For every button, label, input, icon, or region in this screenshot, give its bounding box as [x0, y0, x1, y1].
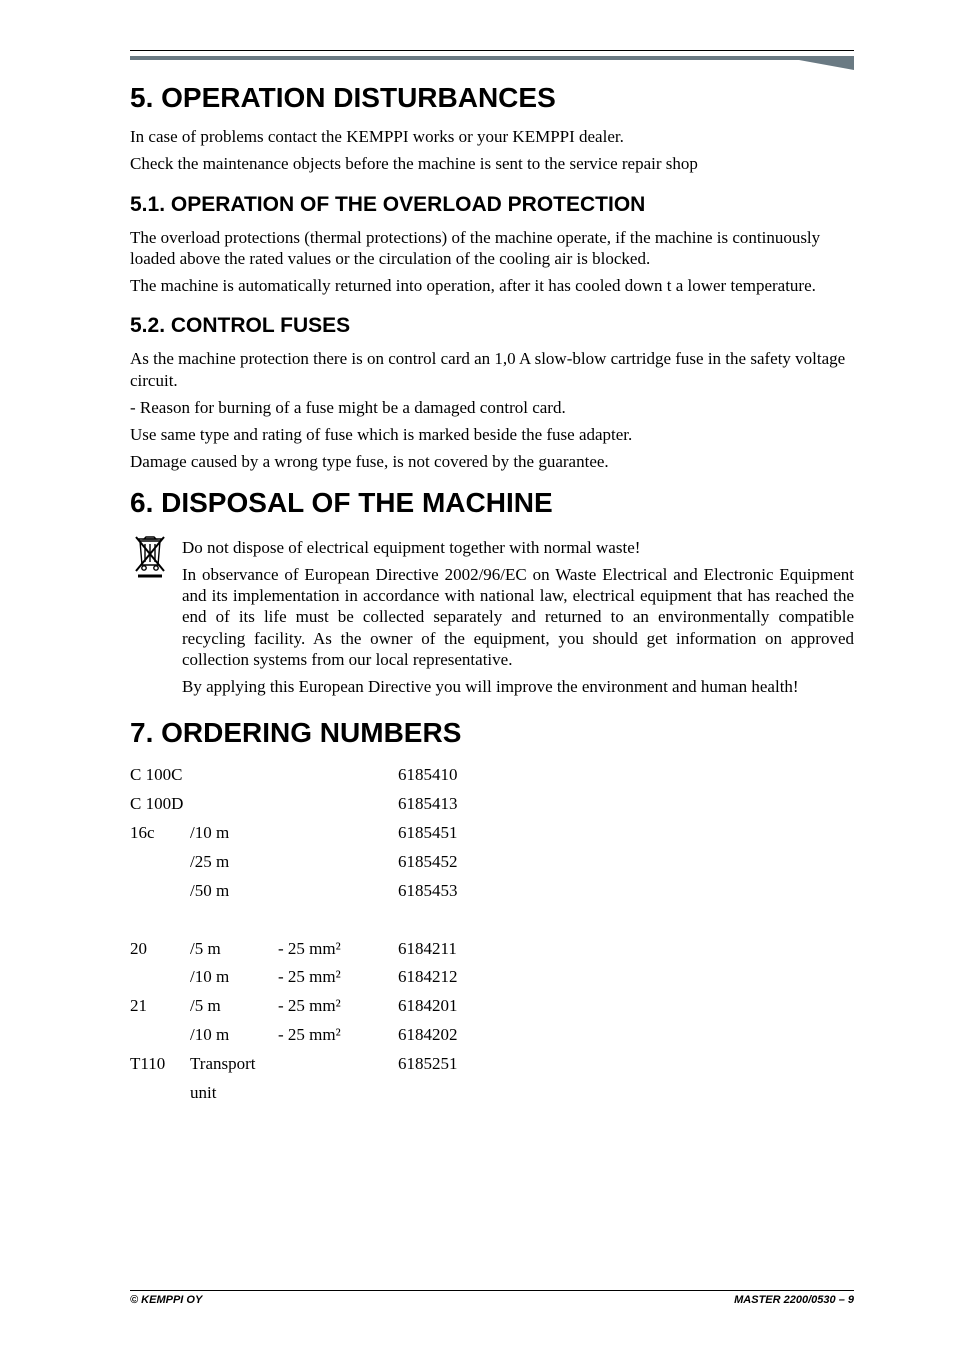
heading-7: 7. ORDERING NUMBERS — [130, 717, 854, 749]
para-5-2-3: Use same type and rating of fuse which i… — [130, 424, 854, 445]
footer-left: © KEMPPI OY — [130, 1294, 202, 1306]
heading-5-1: 5.1. OPERATION OF THE OVERLOAD PROTECTIO… — [130, 193, 854, 217]
cell-c1 — [130, 877, 190, 906]
cell-c4: 6184201 — [398, 992, 488, 1021]
cell-c2: Transport unit — [190, 1050, 278, 1108]
cell-c3 — [278, 1050, 398, 1108]
cell-c2: /25 m — [190, 848, 278, 877]
cell-c3: - 25 mm² — [278, 1021, 398, 1050]
cell-c3: - 25 mm² — [278, 963, 398, 992]
para-5-2-1: As the machine protection there is on co… — [130, 348, 854, 391]
table-row — [130, 906, 488, 935]
cell-c4: 6185452 — [398, 848, 488, 877]
cell-c4: 6185251 — [398, 1050, 488, 1108]
para-6-2: In observance of European Directive 2002… — [182, 564, 854, 670]
para-5-2-4: Damage caused by a wrong type fuse, is n… — [130, 451, 854, 472]
cell-c2: /10 m — [190, 963, 278, 992]
cell-c3 — [278, 906, 398, 935]
table-row: 16c/10 m 6185451 — [130, 819, 488, 848]
heading-5-2: 5.2. CONTROL FUSES — [130, 314, 854, 338]
cell-c1 — [130, 963, 190, 992]
table-row: /10 m- 25 mm²6184212 — [130, 963, 488, 992]
cell-c3 — [278, 819, 398, 848]
cell-c1: T110 — [130, 1050, 190, 1108]
cell-c4: 6185451 — [398, 819, 488, 848]
table-row: C 100C 6185410 — [130, 761, 488, 790]
cell-c1: C 100D — [130, 790, 190, 819]
page-top-rule — [130, 50, 854, 62]
heading-5: 5. OPERATION DISTURBANCES — [130, 82, 854, 114]
ordering-numbers-table: C 100C 6185410 C 100D 6185413 16c/10 m 618545… — [130, 761, 488, 1108]
cell-c2 — [190, 790, 278, 819]
cell-c2: /10 m — [190, 1021, 278, 1050]
para-6-3: By applying this European Directive you … — [182, 676, 854, 697]
cell-c4 — [398, 906, 488, 935]
cell-c2: /5 m — [190, 935, 278, 964]
para-5-1-1: The overload protections (thermal protec… — [130, 227, 854, 270]
cell-c3 — [278, 761, 398, 790]
para-6-1: Do not dispose of electrical equipment t… — [182, 537, 854, 558]
cell-c2: /5 m — [190, 992, 278, 1021]
para-5-1: In case of problems contact the KEMPPI w… — [130, 126, 854, 147]
cell-c2: /10 m — [190, 819, 278, 848]
cell-c4: 6185413 — [398, 790, 488, 819]
cell-c4: 6184212 — [398, 963, 488, 992]
table-row: /50 m 6185453 — [130, 877, 488, 906]
footer-right: MASTER 2200/0530 – 9 — [734, 1294, 854, 1306]
table-row: C 100D 6185413 — [130, 790, 488, 819]
weee-bin-icon — [130, 531, 182, 579]
table-row: /10 m- 25 mm²6184202 — [130, 1021, 488, 1050]
para-5-2-2: - Reason for burning of a fuse might be … — [130, 397, 854, 418]
cell-c1 — [130, 1021, 190, 1050]
cell-c1: C 100C — [130, 761, 190, 790]
page-footer: © KEMPPI OY MASTER 2200/0530 – 9 — [130, 1290, 854, 1306]
table-row: /25 m 6185452 — [130, 848, 488, 877]
cell-c2 — [190, 906, 278, 935]
cell-c3 — [278, 848, 398, 877]
cell-c2: /50 m — [190, 877, 278, 906]
cell-c3: - 25 mm² — [278, 935, 398, 964]
cell-c1 — [130, 906, 190, 935]
cell-c1: 20 — [130, 935, 190, 964]
para-5-1-2: The machine is automatically returned in… — [130, 275, 854, 296]
cell-c4: 6184211 — [398, 935, 488, 964]
para-5-2: Check the maintenance objects before the… — [130, 153, 854, 174]
cell-c3: - 25 mm² — [278, 992, 398, 1021]
table-row: T110Transport unit 6185251 — [130, 1050, 488, 1108]
cell-c4: 6184202 — [398, 1021, 488, 1050]
cell-c1: 16c — [130, 819, 190, 848]
cell-c3 — [278, 877, 398, 906]
cell-c3 — [278, 790, 398, 819]
table-row: 21/5 m- 25 mm²6184201 — [130, 992, 488, 1021]
heading-6: 6. DISPOSAL OF THE MACHINE — [130, 487, 854, 519]
cell-c2 — [190, 761, 278, 790]
cell-c4: 6185410 — [398, 761, 488, 790]
cell-c4: 6185453 — [398, 877, 488, 906]
table-row: 20/5 m- 25 mm²6184211 — [130, 935, 488, 964]
cell-c1: 21 — [130, 992, 190, 1021]
cell-c1 — [130, 848, 190, 877]
